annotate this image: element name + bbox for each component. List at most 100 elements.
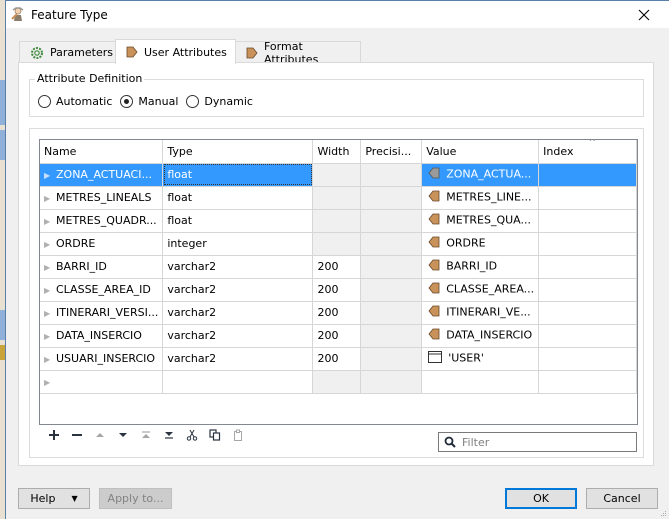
cell-index[interactable] [538,347,637,371]
column-header-index[interactable]: Index ^ [538,140,637,164]
cell-index[interactable] [538,301,637,325]
cell-name[interactable]: ▶ METRES_QUADR... [40,209,164,233]
cell-width[interactable] [312,163,362,187]
cell-width[interactable]: 200 [312,301,362,325]
column-header-type[interactable]: Type [162,140,314,164]
table-row[interactable]: ▶ METRES_LINEALS float METRES_LINE... [40,186,637,210]
cell-name[interactable]: ▶ METRES_LINEALS [40,186,164,210]
add-row-button[interactable] [42,425,65,445]
cell-width[interactable]: 200 [312,324,362,348]
cell-type[interactable]: float [162,163,314,187]
cell-name[interactable]: ▶ ORDRE [40,232,164,256]
cell-precision[interactable] [360,209,423,233]
cell-precision[interactable] [360,255,423,279]
cell-index[interactable] [538,324,637,348]
cell-width[interactable] [312,370,362,394]
cell-name[interactable]: ▶ DATA_INSERCIO [40,324,164,348]
table-row[interactable]: ▶ ORDRE integer ORDRE [40,232,637,256]
table-row[interactable]: ▶ CLASSE_AREA_ID varchar2 200 CLASSE_AREA... [40,278,637,302]
expand-arrow-icon[interactable]: ▶ [44,194,50,203]
cell-width[interactable] [312,186,362,210]
cell-name[interactable]: ▶ CLASSE_AREA_ID [40,278,164,302]
expand-arrow-icon[interactable]: ▶ [44,355,50,364]
radio-button[interactable] [120,95,134,108]
expand-arrow-icon[interactable]: ▶ [44,378,50,387]
column-header-width[interactable]: Width [312,140,362,164]
cell-precision[interactable] [360,163,423,187]
tab-user-attributes[interactable]: User Attributes [115,39,236,64]
table-row[interactable]: ▶ ZONA_ACTUACI... float ZONA_ACTUA... [40,163,637,187]
expand-arrow-icon[interactable]: ▶ [44,286,50,295]
cell-value[interactable]: METRES_QUA... [421,209,540,233]
tab-parameters[interactable]: Parameters [19,41,116,63]
cell-type[interactable]: varchar2 [162,301,314,325]
filter-box[interactable] [438,432,637,452]
cell-precision[interactable] [360,232,423,256]
cell-type[interactable]: varchar2 [162,347,314,371]
cell-type[interactable]: integer [162,232,314,256]
cell-name[interactable]: ▶ BARRI_ID [40,255,164,279]
cell-value[interactable]: 'USER' [421,347,540,371]
table-row[interactable]: ▶ ITINERARI_VERSI... varchar2 200 ITINERARI_… [40,301,637,325]
move-top-button[interactable] [134,425,157,445]
radio-automatic[interactable]: Automatic [38,95,112,108]
cell-type[interactable]: varchar2 [162,324,314,348]
cell-index[interactable] [538,278,637,302]
cell-precision[interactable] [360,347,423,371]
help-button[interactable]: Help ▼ [18,488,90,509]
remove-row-button[interactable] [65,425,88,445]
radio-button[interactable] [186,95,200,108]
cell-index[interactable] [538,370,637,394]
expand-arrow-icon[interactable]: ▶ [44,217,50,226]
cell-index[interactable] [538,255,637,279]
move-bottom-button[interactable] [157,425,180,445]
cell-type[interactable]: float [162,209,314,233]
cell-precision[interactable] [360,301,423,325]
table-row[interactable]: ▶ BARRI_ID varchar2 200 BARRI_ID [40,255,637,279]
column-header-name[interactable]: Name [40,140,164,164]
cell-type[interactable]: float [162,186,314,210]
cell-name[interactable]: ▶ USUARI_INSERCIO [40,347,164,371]
cell-index[interactable] [538,209,637,233]
cell-precision[interactable] [360,278,423,302]
cell-precision[interactable] [360,186,423,210]
move-up-button[interactable] [88,425,111,445]
close-button[interactable] [627,3,661,27]
table-row[interactable]: ▶ DATA_INSERCIO varchar2 200 DATA_INSERCIO [40,324,637,348]
cell-index[interactable] [538,232,637,256]
cell-value[interactable]: BARRI_ID [421,255,540,279]
expand-arrow-icon[interactable]: ▶ [44,309,50,318]
cell-index[interactable] [538,186,637,210]
cell-name[interactable]: ▶ [40,370,164,394]
copy-button[interactable] [203,425,226,445]
table-row[interactable]: ▶ USUARI_INSERCIO varchar2 200 'USER' [40,347,637,371]
cell-type[interactable]: varchar2 [162,278,314,302]
cell-value[interactable]: METRES_LINE... [421,186,540,210]
cell-width[interactable] [312,232,362,256]
radio-manual[interactable]: Manual [120,95,178,108]
column-header-value[interactable]: Value [421,140,540,164]
cell-precision[interactable] [360,370,423,394]
cell-name[interactable]: ▶ ZONA_ACTUACI... [40,163,164,187]
paste-button[interactable] [226,425,249,445]
cell-value[interactable]: ORDRE [421,232,540,256]
cell-width[interactable] [312,209,362,233]
radio-dynamic[interactable]: Dynamic [186,95,253,108]
cell-type[interactable]: varchar2 [162,255,314,279]
tab-format-attributes[interactable]: Format Attributes [235,40,361,66]
cell-width[interactable]: 200 [312,255,362,279]
cancel-button[interactable]: Cancel [586,488,658,509]
cell-width[interactable]: 200 [312,278,362,302]
filter-input[interactable] [462,435,632,449]
cell-width[interactable]: 200 [312,347,362,371]
cell-value[interactable]: ITINERARI_VE... [421,301,540,325]
cell-value[interactable] [421,370,540,394]
ok-button[interactable]: OK [505,488,577,509]
cell-name[interactable]: ▶ ITINERARI_VERSI... [40,301,164,325]
expand-arrow-icon[interactable]: ▶ [44,332,50,341]
cell-value[interactable]: ZONA_ACTUA... [421,163,540,187]
expand-arrow-icon[interactable]: ▶ [44,240,50,249]
expand-arrow-icon[interactable]: ▶ [44,263,50,272]
table-row[interactable]: ▶ [40,370,637,394]
cell-value[interactable]: CLASSE_AREA... [421,278,540,302]
